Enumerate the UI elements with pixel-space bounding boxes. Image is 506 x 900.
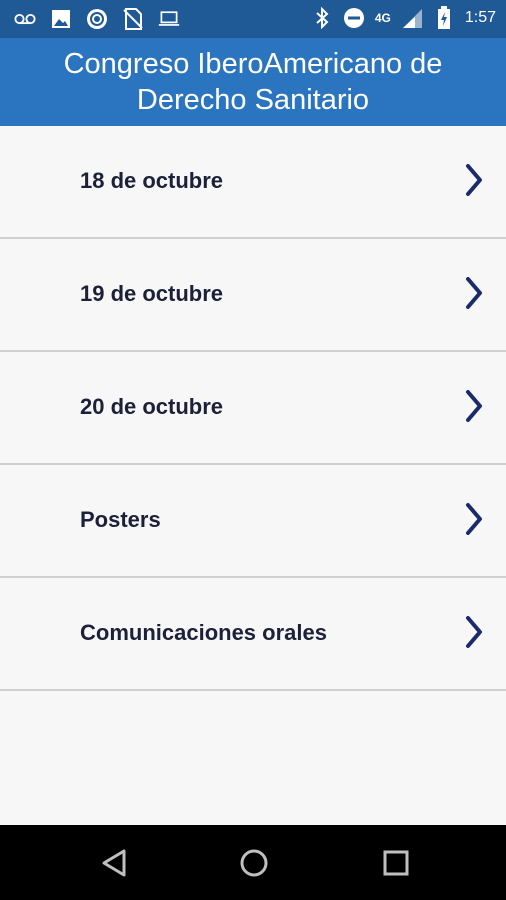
back-icon[interactable]: [98, 847, 130, 879]
no-sim-icon: [122, 8, 144, 30]
network-type-label: 4G: [374, 11, 391, 25]
clock-time: 1:57: [464, 9, 496, 26]
laptop-icon: [158, 8, 180, 30]
menu-item-label: Posters: [80, 507, 161, 532]
status-right-icons: 4G 1:57: [311, 6, 496, 29]
chevron-right-icon: [466, 164, 482, 196]
bluetooth-icon: [311, 7, 333, 29]
menu-item-label: Comunicaciones orales: [80, 620, 327, 645]
menu-item-label: 20 de octubre: [80, 394, 224, 419]
status-bar: 4G 1:57: [0, 0, 506, 38]
menu-list: 18 de octubre 19 de octubre 20 de octubr…: [0, 126, 506, 691]
menu-item-label: 19 de octubre: [80, 281, 224, 306]
home-icon[interactable]: [238, 847, 270, 879]
status-left-icons: [14, 8, 180, 30]
recents-icon[interactable]: [380, 847, 412, 879]
chevron-right-icon: [466, 503, 482, 535]
menu-item-label: 18 de octubre: [80, 168, 224, 193]
page-title: Congreso IberoAmericano de Derecho Sanit…: [63, 48, 443, 116]
voicemail-icon: [14, 8, 36, 30]
circle-app-icon: [86, 8, 108, 30]
menu-item-20-octubre[interactable]: 20 de octubre: [0, 352, 506, 465]
battery-icon: [433, 6, 455, 29]
chevron-right-icon: [466, 390, 482, 422]
menu-item-comunicaciones-orales[interactable]: Comunicaciones orales: [0, 578, 506, 691]
chevron-right-icon: [466, 277, 482, 309]
menu-item-19-octubre[interactable]: 19 de octubre: [0, 239, 506, 352]
chevron-right-icon: [466, 616, 482, 648]
image-icon: [50, 8, 72, 30]
menu-item-posters[interactable]: Posters: [0, 465, 506, 578]
do-not-disturb-icon: [343, 7, 365, 29]
menu-item-18-octubre[interactable]: 18 de octubre: [0, 126, 506, 239]
signal-icon: [401, 7, 423, 29]
system-navigation-bar: [0, 825, 506, 900]
app-bar: Congreso IberoAmericano de Derecho Sanit…: [0, 38, 506, 126]
